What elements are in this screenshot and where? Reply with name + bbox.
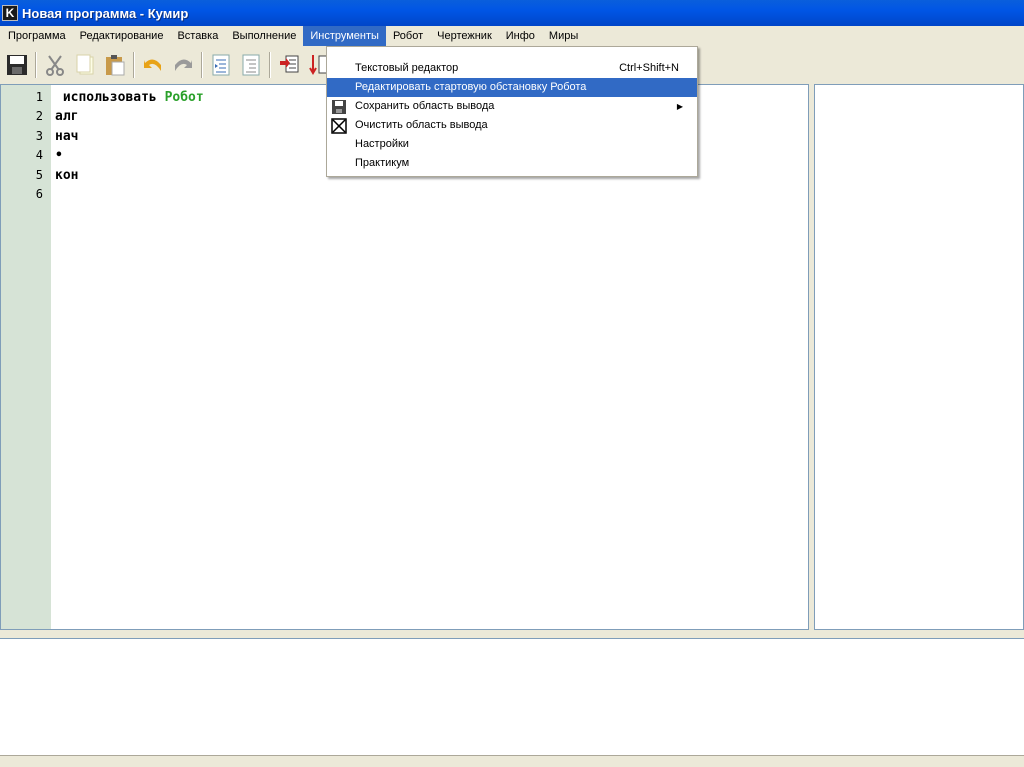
tools-dropdown-menu: Текстовый редактор Ctrl+Shift+N Редактир… bbox=[326, 46, 698, 177]
output-area[interactable] bbox=[0, 638, 1024, 756]
code-text: алг bbox=[55, 109, 79, 124]
code-text: использовать Робот bbox=[55, 90, 204, 105]
menu-edit[interactable]: Редактирование bbox=[73, 26, 171, 46]
code-line[interactable]: 6 bbox=[1, 187, 808, 206]
cut-icon[interactable] bbox=[40, 50, 70, 80]
code-text: • bbox=[55, 148, 63, 163]
menu-insert[interactable]: Вставка bbox=[170, 26, 225, 46]
toolbar-divider bbox=[269, 52, 271, 78]
clear-box-icon bbox=[331, 118, 347, 134]
menuitem-label: Настройки bbox=[355, 138, 409, 150]
menuitem-text-editor[interactable]: Текстовый редактор Ctrl+Shift+N bbox=[327, 59, 697, 78]
menu-run[interactable]: Выполнение bbox=[225, 26, 303, 46]
copy-icon[interactable] bbox=[70, 50, 100, 80]
menu-info[interactable]: Инфо bbox=[499, 26, 542, 46]
menuitem-settings[interactable]: Настройки bbox=[327, 135, 697, 154]
step-icon[interactable] bbox=[274, 50, 304, 80]
menuitem-label: Сохранить область вывода bbox=[355, 100, 495, 112]
menu-robot[interactable]: Робот bbox=[386, 26, 430, 46]
save-icon[interactable] bbox=[2, 50, 32, 80]
menu-tools[interactable]: Инструменты bbox=[303, 26, 386, 46]
side-panel bbox=[814, 84, 1024, 630]
menu-worlds[interactable]: Миры bbox=[542, 26, 585, 46]
menuitem-edit-robot-start[interactable]: Редактировать стартовую обстановку Робот… bbox=[327, 78, 697, 97]
redo-icon[interactable] bbox=[168, 50, 198, 80]
line-number: 6 bbox=[35, 187, 43, 201]
unindent-icon[interactable] bbox=[236, 50, 266, 80]
window-title: Новая программа - Кумир bbox=[22, 5, 189, 21]
undo-icon[interactable] bbox=[138, 50, 168, 80]
line-number: 3 bbox=[35, 129, 43, 143]
app-logo-icon: K bbox=[2, 5, 18, 21]
submenu-arrow-icon: ▶ bbox=[676, 102, 683, 111]
line-number: 4 bbox=[35, 148, 43, 162]
floppy-icon bbox=[331, 99, 347, 115]
code-text: кон bbox=[55, 168, 79, 183]
paste-icon[interactable] bbox=[100, 50, 130, 80]
menuitem-label: Практикум bbox=[355, 157, 410, 169]
menuitem-shortcut: Ctrl+Shift+N bbox=[619, 62, 679, 74]
line-number: 1 bbox=[35, 90, 43, 104]
title-bar: K Новая программа - Кумир bbox=[0, 0, 1024, 26]
menuitem-label: Очистить область вывода bbox=[355, 119, 488, 131]
toolbar-divider bbox=[35, 52, 37, 78]
toolbar-divider bbox=[133, 52, 135, 78]
status-bar bbox=[0, 756, 1024, 767]
line-number: 5 bbox=[35, 168, 43, 182]
toolbar-divider bbox=[201, 52, 203, 78]
indent-icon[interactable] bbox=[206, 50, 236, 80]
menu-program[interactable]: Программа bbox=[1, 26, 73, 46]
menu-drawer[interactable]: Чертежник bbox=[430, 26, 499, 46]
code-text: нач bbox=[55, 129, 79, 144]
menuitem-clear-output[interactable]: Очистить область вывода bbox=[327, 116, 697, 135]
line-number: 2 bbox=[35, 109, 43, 123]
menuitem-save-output[interactable]: Сохранить область вывода ▶ bbox=[327, 97, 697, 116]
menuitem-label: Редактировать стартовую обстановку Робот… bbox=[355, 81, 587, 93]
menuitem-practicum[interactable]: Практикум bbox=[327, 154, 697, 173]
menuitem-label: Текстовый редактор bbox=[355, 62, 459, 74]
menu-bar: Программа Редактирование Вставка Выполне… bbox=[0, 26, 1024, 46]
